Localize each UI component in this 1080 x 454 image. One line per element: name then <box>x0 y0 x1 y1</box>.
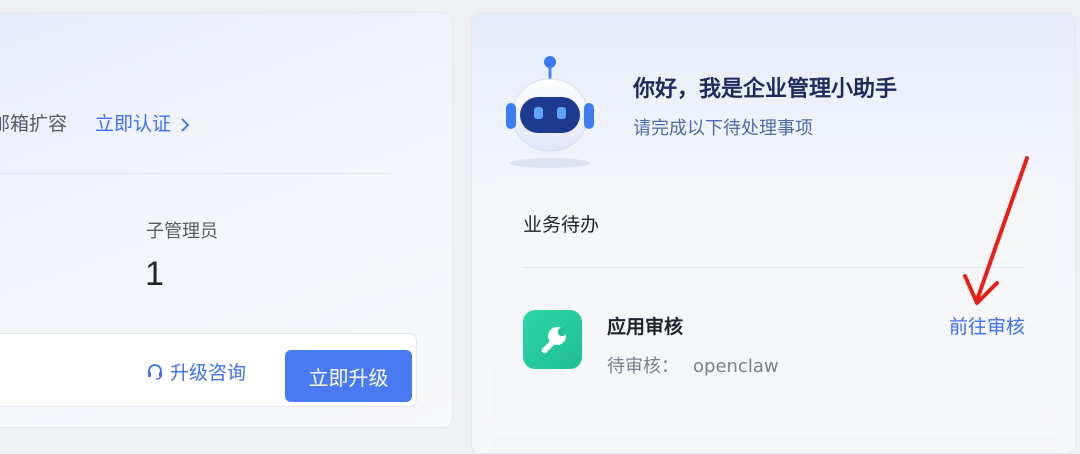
upgrade-consult-button[interactable]: 升级咨询 <box>146 358 246 384</box>
upgrade-now-button[interactable]: 立即升级 <box>285 350 412 402</box>
wrench-icon <box>523 310 582 369</box>
app-review-title: 应用审核 <box>607 316 684 338</box>
robot-avatar-icon <box>506 56 594 168</box>
pending-review-label: 待审核： <box>607 356 679 377</box>
divider <box>523 267 1025 268</box>
verify-row: 邮箱扩容 立即认证 <box>0 109 452 136</box>
upgrade-consult-label: 升级咨询 <box>170 361 247 384</box>
wrench-glyph <box>541 326 566 353</box>
next-panel-edge <box>491 436 1056 453</box>
chevron-right-icon <box>181 117 190 132</box>
divider <box>0 173 391 174</box>
sub-admin-count: 1 <box>145 255 164 293</box>
go-review-link[interactable]: 前往审核 <box>949 312 1025 339</box>
verify-now-link[interactable]: 立即认证 <box>95 109 190 136</box>
assistant-greeting: 你好，我是企业管理小助手 <box>633 77 898 102</box>
todo-panel-title: 业务待办 <box>523 214 600 236</box>
verify-now-label: 立即认证 <box>95 113 172 135</box>
assistant-subtitle: 请完成以下待处理事项 <box>633 118 813 139</box>
upgrade-bar: 升级咨询 立即升级 <box>0 333 417 407</box>
headset-icon <box>148 364 162 380</box>
app-review-desc: 待审核： openclaw <box>607 352 779 378</box>
assistant-card: 你好，我是企业管理小助手 请完成以下待处理事项 业务待办 应用审核 待审核： op… <box>471 12 1076 454</box>
pending-review-value: openclaw <box>693 356 779 377</box>
sub-admin-label: 子管理员 <box>146 221 218 242</box>
mailbox-expand-text: 邮箱扩容 <box>0 113 68 135</box>
todo-item-app-review: 应用审核 待审核： openclaw 前往审核 <box>523 294 1025 377</box>
enterprise-info-card: 邮箱扩容 立即认证 子管理员 1 升级咨询 立即升级 <box>0 12 453 428</box>
business-todo-panel: 业务待办 应用审核 待审核： openclaw 前往审核 <box>491 182 1056 418</box>
